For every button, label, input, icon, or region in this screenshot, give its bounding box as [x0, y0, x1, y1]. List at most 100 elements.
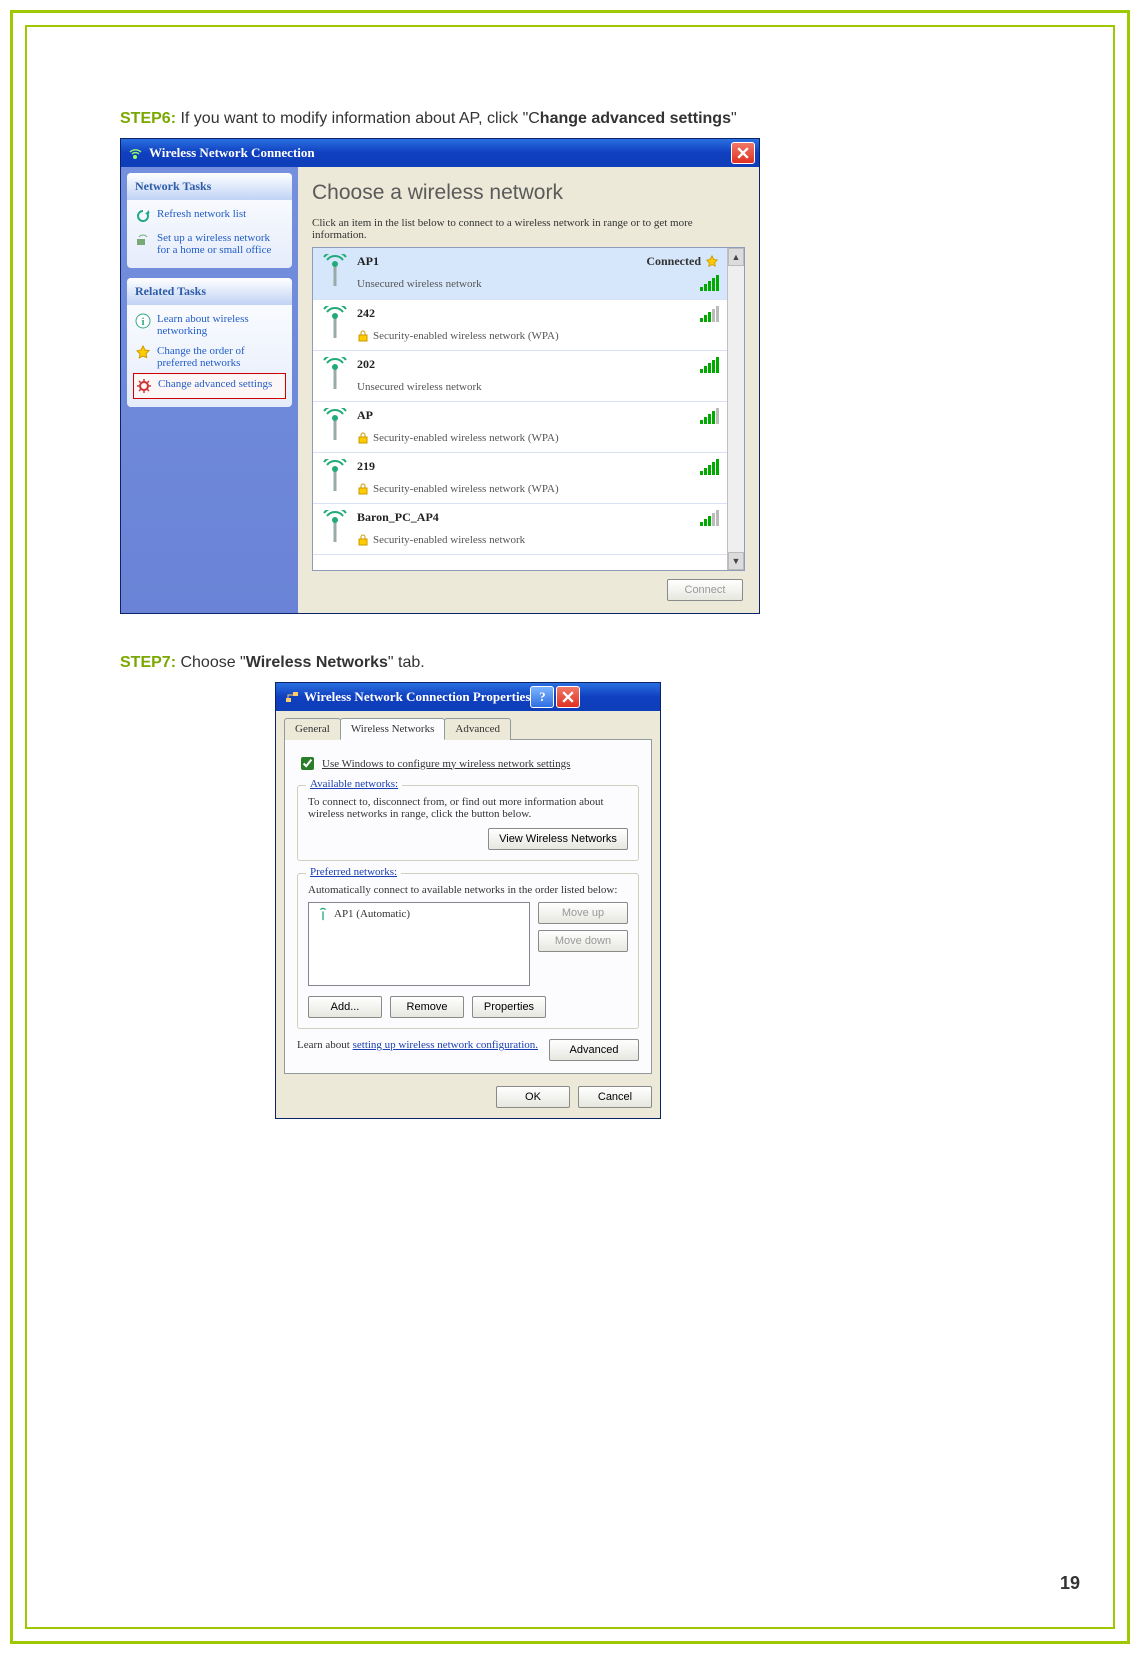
tabs: General Wireless Networks Advanced	[284, 717, 652, 740]
network-subtitle: Unsecured wireless network	[357, 381, 692, 393]
refresh-network-list[interactable]: Refresh network list	[133, 204, 286, 228]
close-button[interactable]	[731, 142, 755, 164]
preferred-title: Preferred networks:	[306, 866, 401, 878]
step6-label: STEP6:	[120, 110, 176, 127]
network-subtitle: Security-enabled wireless network	[357, 534, 692, 546]
signal-icon	[700, 510, 719, 526]
sidebar: Network Tasks Refresh network list Set u…	[121, 167, 298, 613]
antenna-icon	[321, 306, 349, 340]
network-row[interactable]: AP1 Unsecured wireless network Connected	[313, 248, 727, 300]
move-down-button[interactable]: Move down	[538, 930, 628, 952]
step6-line: STEP6: If you want to modify information…	[120, 110, 1020, 128]
settings-icon	[136, 378, 152, 394]
setup-icon	[135, 232, 151, 248]
network-row[interactable]: 219 Security-enabled wireless network (W…	[313, 453, 727, 504]
network-name: AP1	[357, 254, 638, 269]
step7-line: STEP7: Choose "Wireless Networks" tab.	[120, 654, 1020, 672]
network-icon	[284, 689, 300, 705]
network-name: Baron_PC_AP4	[357, 510, 692, 525]
window-title: Wireless Network Connection Properties	[304, 689, 530, 705]
connect-button[interactable]: Connect	[667, 579, 743, 601]
choose-network-heading: Choose a wireless network	[312, 181, 745, 205]
network-name: AP	[357, 408, 692, 423]
view-networks-button[interactable]: View Wireless Networks	[488, 828, 628, 850]
signal-icon	[700, 275, 719, 291]
preferred-item[interactable]: AP1 (Automatic)	[312, 906, 526, 922]
connected-status: Connected	[646, 254, 719, 269]
lock-icon	[357, 534, 369, 546]
properties-button[interactable]: Properties	[472, 996, 546, 1018]
available-title: Available networks:	[306, 778, 402, 790]
wireless-connection-window: Wireless Network Connection Network Task…	[120, 138, 760, 614]
tab-content: Use Windows to configure my wireless net…	[284, 740, 652, 1074]
page-number: 19	[1060, 1573, 1080, 1594]
info-icon: i	[135, 313, 151, 329]
signal-icon	[700, 357, 719, 373]
network-row[interactable]: AP Security-enabled wireless network (WP…	[313, 402, 727, 453]
antenna-icon	[321, 357, 349, 391]
antenna-icon	[321, 510, 349, 544]
network-subtitle: Security-enabled wireless network (WPA)	[357, 330, 692, 342]
star-icon	[705, 255, 719, 269]
network-subtitle: Security-enabled wireless network (WPA)	[357, 432, 692, 444]
move-up-button[interactable]: Move up	[538, 902, 628, 924]
learn-wireless[interactable]: i Learn about wireless networking	[133, 309, 286, 341]
add-button[interactable]: Add...	[308, 996, 382, 1018]
preferred-networks-group: Preferred networks: Automatically connec…	[297, 873, 639, 1029]
help-button[interactable]: ?	[530, 686, 554, 708]
setup-wireless[interactable]: Set up a wireless network for a home or …	[133, 228, 286, 260]
signal-icon	[700, 306, 719, 322]
svg-text:i: i	[141, 316, 144, 328]
use-windows-config[interactable]: Use Windows to configure my wireless net…	[297, 754, 639, 773]
remove-button[interactable]: Remove	[390, 996, 464, 1018]
use-windows-checkbox[interactable]	[301, 757, 314, 770]
instruction-text: Click an item in the list below to conne…	[312, 217, 745, 241]
network-subtitle: Unsecured wireless network	[357, 278, 638, 290]
wireless-icon	[129, 145, 145, 161]
signal-icon	[700, 408, 719, 424]
connection-properties-window: Wireless Network Connection Properties ?…	[275, 682, 661, 1119]
titlebar[interactable]: Wireless Network Connection	[121, 139, 759, 167]
tab-general[interactable]: General	[284, 718, 341, 740]
network-name: 219	[357, 459, 692, 474]
cancel-button[interactable]: Cancel	[578, 1086, 652, 1108]
scroll-up-icon[interactable]: ▲	[728, 248, 744, 266]
network-tasks-group: Network Tasks Refresh network list Set u…	[127, 173, 292, 268]
star-icon	[135, 345, 151, 361]
available-networks-group: Available networks: To connect to, disco…	[297, 785, 639, 861]
scroll-down-icon[interactable]: ▼	[728, 552, 744, 570]
network-name: 242	[357, 306, 692, 321]
antenna-icon	[316, 907, 330, 921]
help-icon: ?	[539, 689, 546, 705]
antenna-icon	[321, 459, 349, 493]
network-row[interactable]: 202 Unsecured wireless network	[313, 351, 727, 402]
network-subtitle: Security-enabled wireless network (WPA)	[357, 483, 692, 495]
preferred-text: Automatically connect to available netwo…	[308, 884, 628, 896]
refresh-icon	[135, 208, 151, 224]
ok-button[interactable]: OK	[496, 1086, 570, 1108]
network-tasks-title: Network Tasks	[127, 173, 292, 200]
change-order[interactable]: Change the order of preferred networks	[133, 341, 286, 373]
close-icon	[562, 691, 574, 703]
related-tasks-group: Related Tasks i Learn about wireless net…	[127, 278, 292, 407]
related-tasks-title: Related Tasks	[127, 278, 292, 305]
change-advanced-settings[interactable]: Change advanced settings	[133, 373, 286, 399]
lock-icon	[357, 483, 369, 495]
advanced-button[interactable]: Advanced	[549, 1039, 639, 1061]
scrollbar[interactable]: ▲ ▼	[727, 248, 744, 570]
lock-icon	[357, 330, 369, 342]
available-text: To connect to, disconnect from, or find …	[308, 796, 628, 820]
antenna-icon	[321, 254, 349, 288]
antenna-icon	[321, 408, 349, 442]
network-list: AP1 Unsecured wireless networkConnected …	[312, 247, 745, 571]
step7-label: STEP7:	[120, 654, 176, 671]
learn-link[interactable]: setting up wireless network configuratio…	[353, 1039, 538, 1051]
tab-advanced[interactable]: Advanced	[444, 718, 511, 740]
network-row[interactable]: 242 Security-enabled wireless network (W…	[313, 300, 727, 351]
tab-wireless[interactable]: Wireless Networks	[340, 718, 446, 740]
preferred-list[interactable]: AP1 (Automatic)	[308, 902, 530, 986]
window-title: Wireless Network Connection	[149, 145, 315, 161]
network-row[interactable]: Baron_PC_AP4 Security-enabled wireless n…	[313, 504, 727, 555]
titlebar[interactable]: Wireless Network Connection Properties ?	[276, 683, 660, 711]
close-button[interactable]	[556, 686, 580, 708]
